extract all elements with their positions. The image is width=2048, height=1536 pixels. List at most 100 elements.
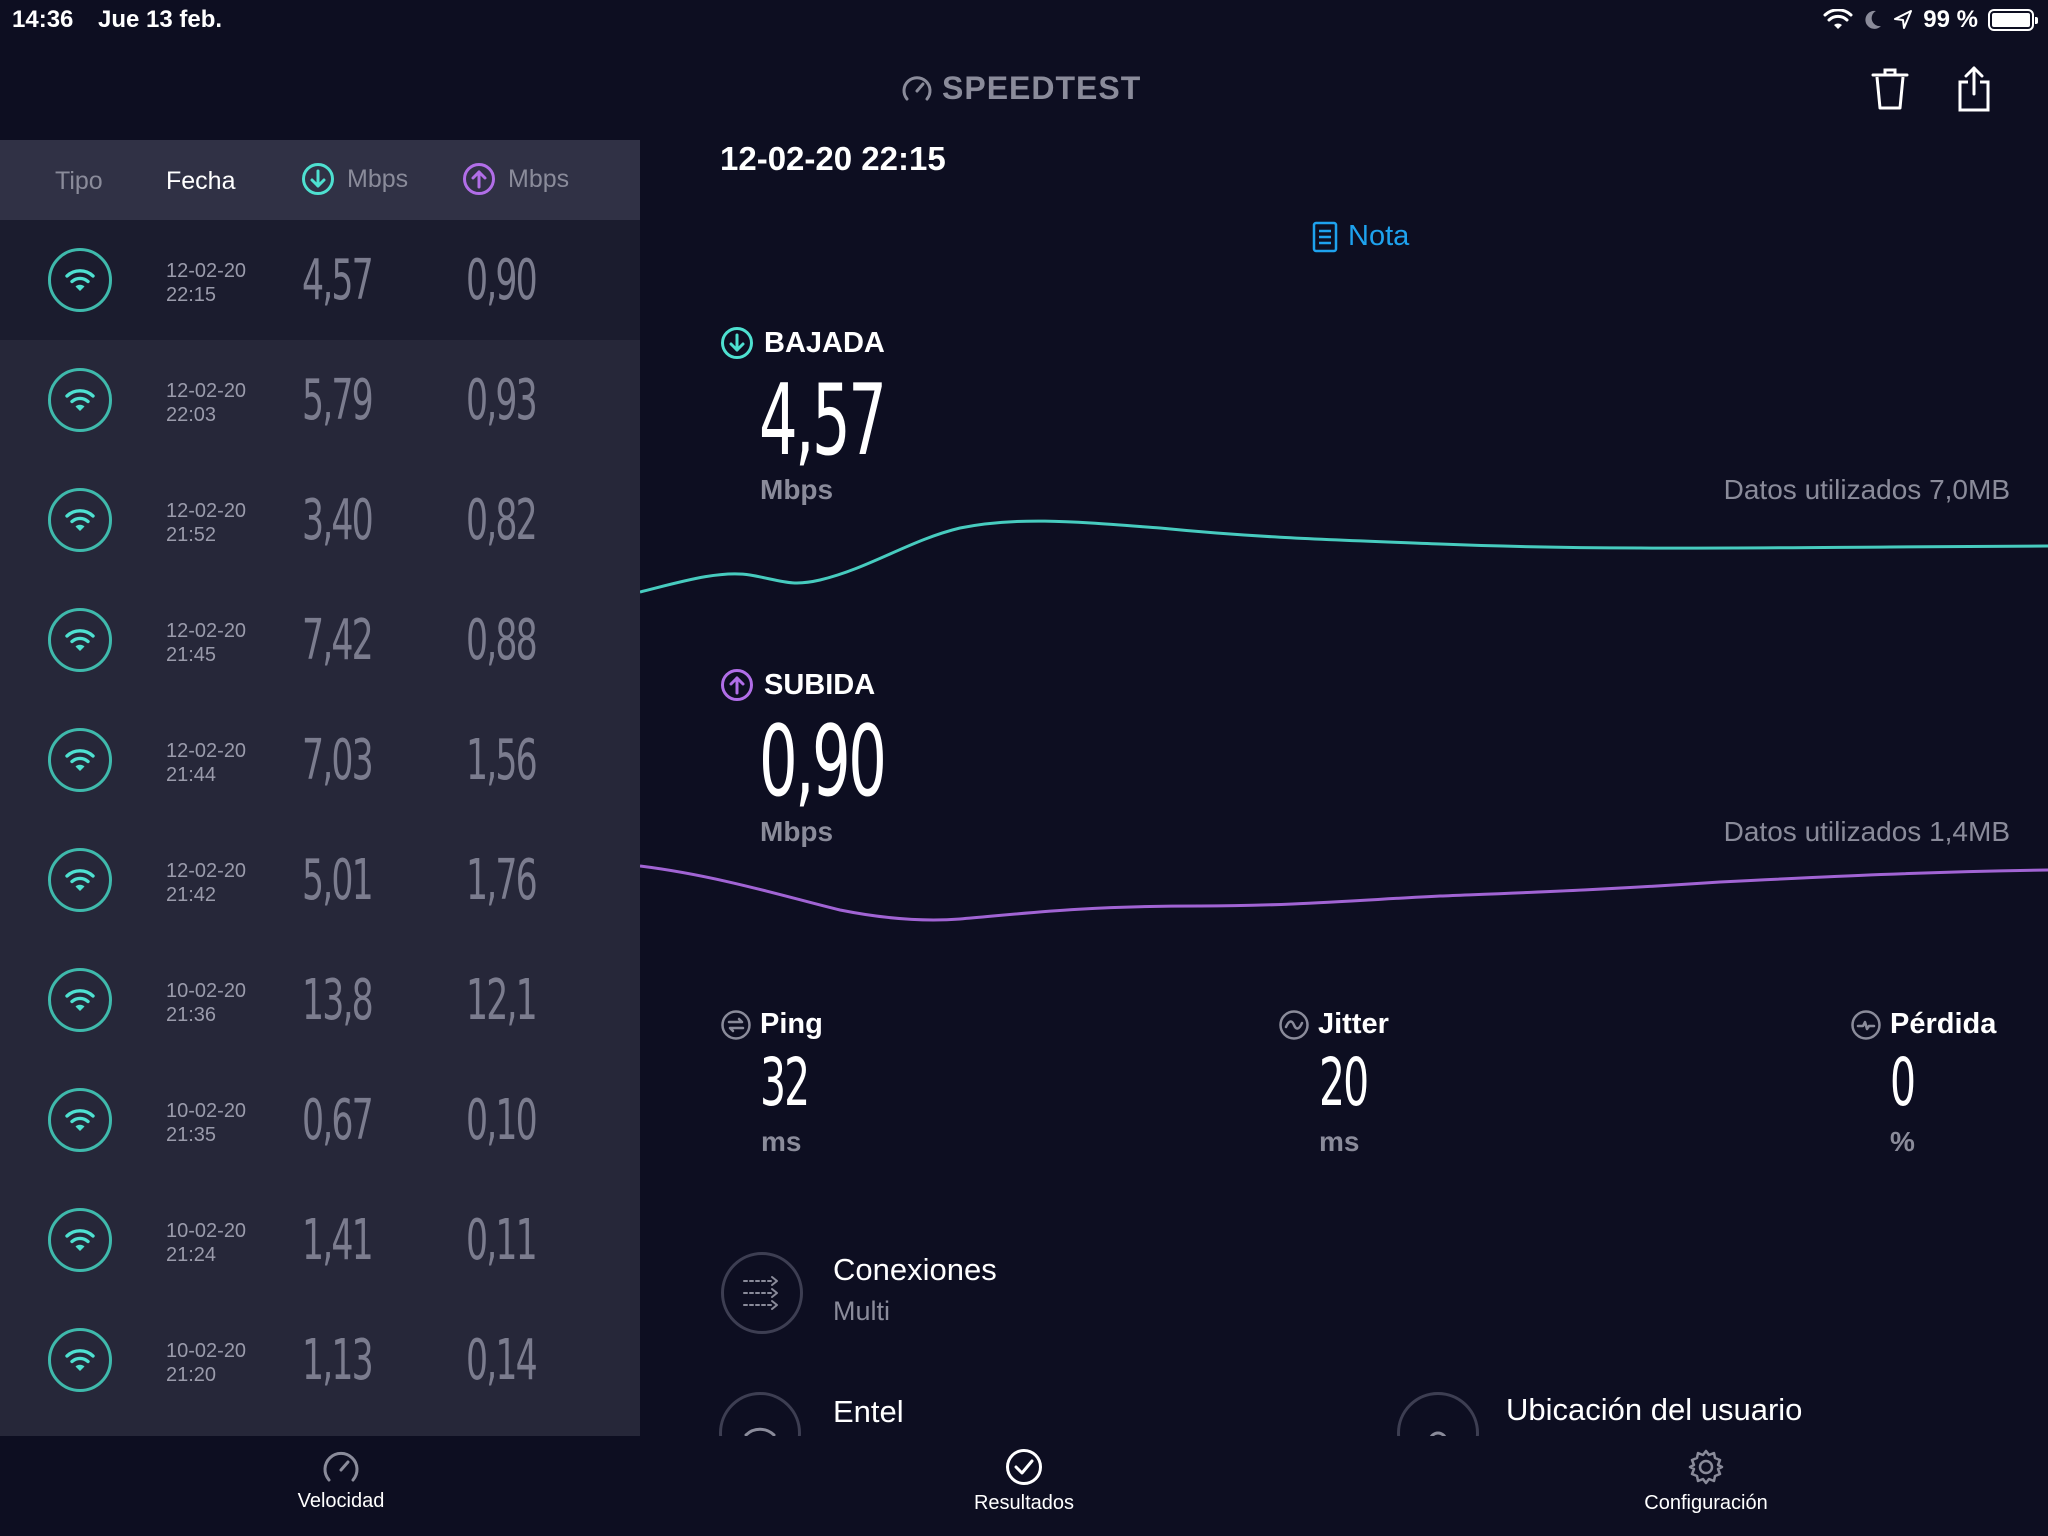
column-tipo[interactable]: Tipo [55,167,103,196]
jitter-unit: ms [1319,1126,1360,1157]
row-download-value: 0,67 [302,1088,374,1153]
jitter-value: 20 [1319,1044,1369,1121]
wifi-icon [65,269,95,291]
tab-bar: Velocidad Resultados Configuración [0,1436,2048,1536]
column-upload[interactable]: Mbps [462,162,569,196]
share-icon [1958,66,1990,112]
history-row[interactable]: 10-02-20 21:35 0,67 0,10 [0,1060,640,1180]
upload-title: SUBIDA [720,668,875,702]
connection-type-icon [48,248,112,312]
loss-label: Pérdida [1890,1008,1997,1040]
wifi-icon [65,869,95,891]
ping-label: Ping [760,1008,823,1040]
row-time: 21:36 [166,1004,217,1026]
wifi-icon [65,509,95,531]
history-row[interactable]: 12-02-20 21:52 3,40 0,82 [0,460,640,580]
upload-arrow-icon [721,669,753,701]
tab-configuracion[interactable]: Configuración [1606,1448,1806,1515]
share-button[interactable] [1951,64,1997,114]
jitter-label: Jitter [1318,1008,1389,1040]
connections-value: Multi [833,1296,891,1326]
ping-value: 32 [760,1044,810,1121]
wifi-icon [65,1229,95,1251]
history-row[interactable]: 12-02-20 22:15 4,57 0,90 [0,220,640,340]
tab-resultados-label: Resultados [973,1492,1075,1514]
location-title: Ubicación del usuario [1506,1392,1803,1427]
connection-type-icon [48,848,112,912]
history-row[interactable]: 12-02-20 21:45 7,42 0,88 [0,580,640,700]
row-time: 21:35 [166,1124,217,1146]
delete-button[interactable] [1867,64,1913,114]
brand-name: SPEEDTEST [942,70,1142,106]
row-date: 12-02-20 [166,380,247,402]
tab-resultados[interactable]: Resultados [924,1448,1124,1515]
history-row[interactable]: 12-02-20 21:44 7,03 1,56 [0,700,640,820]
history-row[interactable]: 10-02-20 21:36 13,8 12,1 [0,940,640,1060]
row-time: 21:44 [166,764,217,786]
row-download-value: 1,13 [302,1328,374,1393]
history-header: Tipo Fecha Mbps Mbps [0,140,640,220]
battery-icon [1988,9,2038,31]
column-download[interactable]: Mbps [301,162,408,196]
row-date: 10-02-20 [166,1100,247,1122]
row-date: 12-02-20 [166,860,247,882]
note-button[interactable]: Nota [1312,220,1409,253]
status-date: Jue 13 feb. [98,6,223,33]
jitter-title: Jitter [1278,1008,1389,1041]
history-row[interactable]: 10-02-20 21:20 1,13 0,14 [0,1300,640,1420]
row-date: 12-02-20 [166,620,247,642]
checkmark-circle-icon [1006,1449,1042,1485]
wifi-icon [65,629,95,651]
download-label: BAJADA [764,326,885,359]
status-bar: 14:36 Jue 13 feb. 99 % [0,0,2048,40]
row-time: 22:15 [166,284,217,306]
row-upload-value: 1,56 [466,728,538,793]
row-time: 21:20 [166,1364,217,1386]
moon-icon [1865,10,1882,29]
connection-type-icon [48,968,112,1032]
tab-velocidad[interactable]: Velocidad [241,1448,441,1513]
row-download-value: 1,41 [302,1208,374,1273]
row-time: 21:24 [166,1244,217,1266]
ping-title: Ping [720,1008,823,1041]
row-time: 21:52 [166,524,217,546]
row-download-value: 5,01 [302,848,374,913]
column-upload-label: Mbps [508,164,570,193]
note-label: Nota [1348,220,1410,252]
column-fecha[interactable]: Fecha [166,167,235,196]
row-time: 21:45 [166,644,217,666]
provider-title: Entel [833,1394,904,1429]
connection-type-icon [48,608,112,672]
upload-label: SUBIDA [764,668,876,701]
connections-title: Conexiones [833,1252,997,1287]
connections-icon [721,1252,803,1334]
ping-icon [721,1009,751,1040]
download-value: 4,57 [759,364,887,478]
row-date: 10-02-20 [166,1340,247,1362]
gear-icon [1688,1449,1724,1485]
row-date: 12-02-20 [166,500,247,522]
loss-title: Pérdida [1850,1008,1996,1041]
tab-velocidad-label: Velocidad [297,1490,385,1512]
row-download-value: 7,42 [302,608,374,673]
wifi-icon [65,749,95,771]
row-time: 21:42 [166,884,217,906]
app-root: 14:36 Jue 13 feb. 99 % SPEEDTEST Tipo Fe… [0,0,2048,1536]
brand: SPEEDTEST [900,70,1141,107]
status-right: 99 % [1823,4,2038,36]
battery-percent: 99 % [1923,6,1978,33]
connection-type-icon [48,1328,112,1392]
row-download-value: 3,40 [302,488,374,553]
result-detail: 12-02-20 22:15 Nota BAJADA 4,57 Mbps Dat… [640,140,2048,1436]
download-title: BAJADA [720,326,885,360]
connection-type-icon [48,1088,112,1152]
wifi-icon [744,1427,776,1436]
speedometer-icon [323,1451,359,1482]
history-row[interactable]: 12-02-20 21:42 5,01 1,76 [0,820,640,940]
speedometer-icon [902,75,932,100]
note-icon [1312,221,1338,252]
history-row[interactable]: 10-02-20 21:24 1,41 0,11 [0,1180,640,1300]
upload-graph [640,864,2048,922]
download-arrow-icon [721,327,753,359]
history-row[interactable]: 12-02-20 22:03 5,79 0,93 [0,340,640,460]
